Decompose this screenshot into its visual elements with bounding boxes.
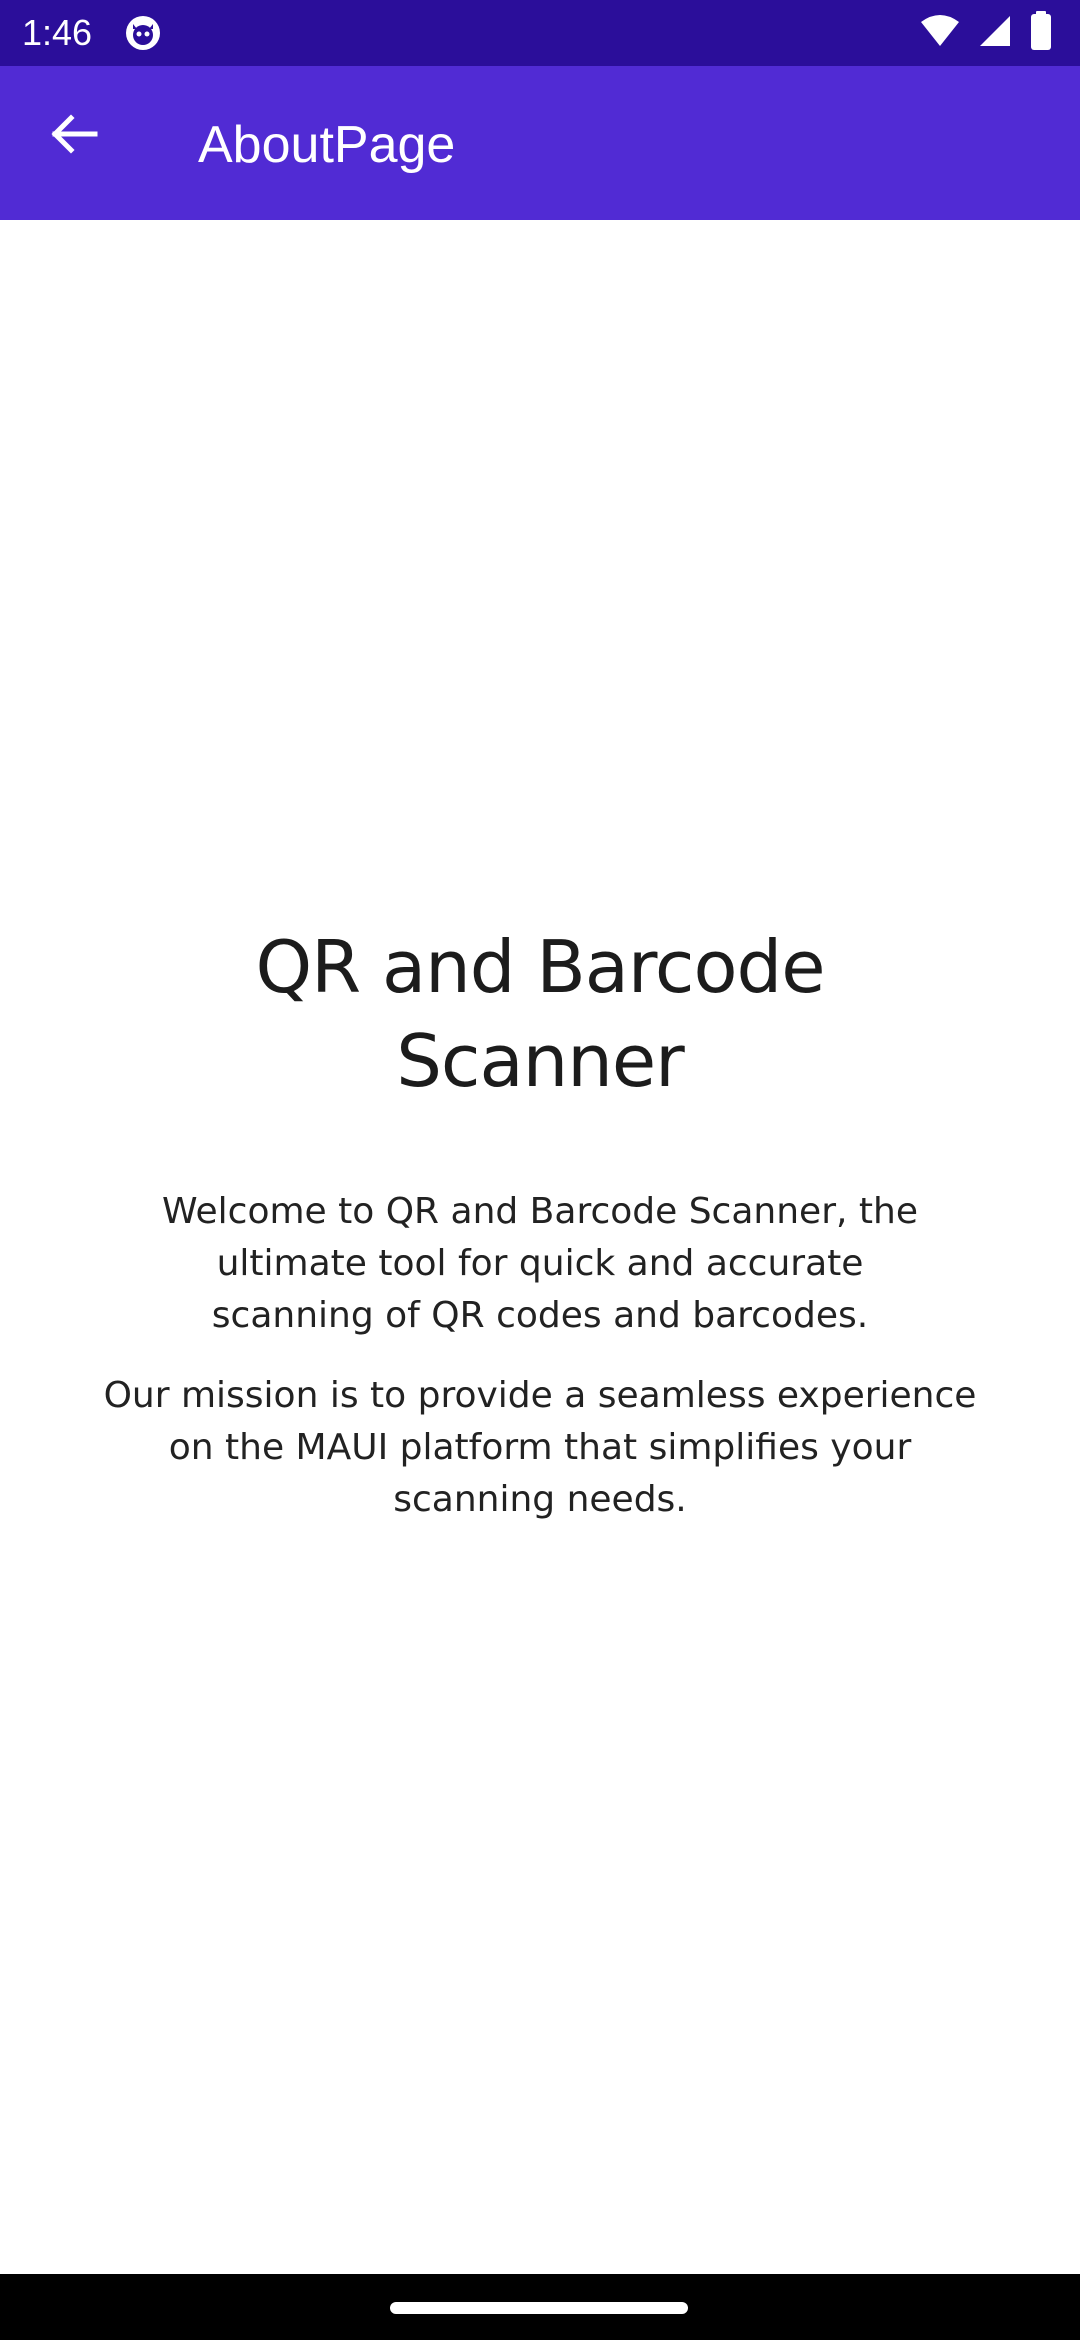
page-title: AboutPage	[198, 116, 456, 174]
wifi-icon	[920, 14, 960, 53]
about-content: QR and Barcode Scanner Welcome to QR and…	[0, 220, 1080, 2274]
status-bar: 1:46	[0, 0, 1080, 66]
mission-paragraph: Our mission is to provide a seamless exp…	[103, 1375, 977, 1520]
app-notification-icon	[124, 14, 162, 52]
status-icons	[920, 10, 1052, 56]
system-nav-bar	[0, 2274, 1080, 2340]
app-bar: AboutPage	[0, 66, 1080, 220]
status-time: 1:46	[22, 12, 93, 53]
back-button[interactable]	[30, 106, 120, 166]
screen: 1:46 AboutPage QR and Barcode Scanner We…	[0, 0, 1080, 2340]
app-name-heading: QR and Barcode Scanner	[255, 925, 825, 1103]
home-indicator[interactable]	[390, 2302, 688, 2314]
battery-icon	[1030, 10, 1052, 56]
arrow-back-icon	[51, 113, 99, 159]
welcome-paragraph: Welcome to QR and Barcode Scanner, the u…	[162, 1191, 918, 1336]
signal-icon	[978, 14, 1012, 53]
